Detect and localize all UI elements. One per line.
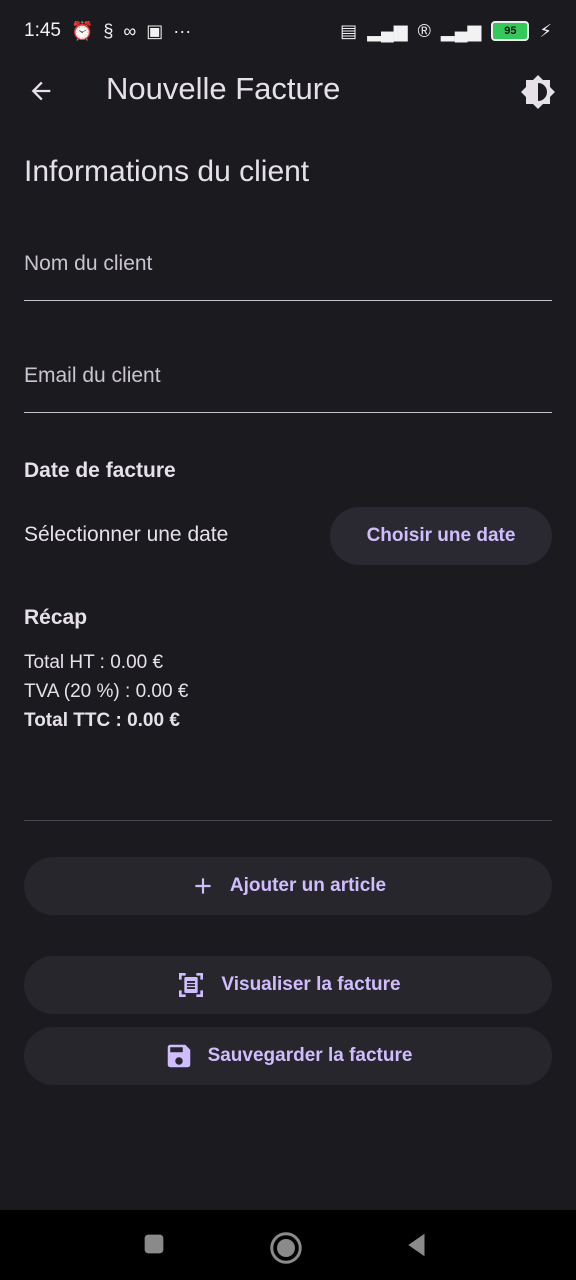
total-ht: Total HT : 0.00 € [24, 652, 164, 673]
home-button[interactable] [268, 1230, 304, 1266]
preview-invoice-button[interactable]: Visualiser la facture [24, 956, 552, 1014]
save-invoice-label: Sauvegarder la facture [207, 1045, 413, 1066]
selected-date-text: Sélectionner une date [24, 523, 229, 546]
brightness-icon [521, 75, 555, 109]
date-section-title: Date de facture [24, 459, 176, 482]
battery-icon: 95 [491, 21, 530, 41]
client-name-field[interactable] [24, 240, 552, 301]
back-nav-button[interactable] [402, 1230, 432, 1260]
alarm-icon: ⏰ [70, 21, 94, 41]
back-button[interactable] [22, 72, 60, 110]
recap-title: Récap [24, 606, 88, 629]
theme-toggle-button[interactable] [518, 72, 558, 112]
app-bar: Nouvelle Facture [0, 62, 576, 118]
roaming-icon: ® [417, 21, 431, 41]
preview-invoice-label: Visualiser la facture [221, 974, 401, 995]
add-article-button[interactable]: Ajouter un article [24, 857, 552, 915]
divider [24, 820, 552, 821]
infinity-icon: ∞ [123, 21, 137, 41]
status-time: 1:45 [24, 20, 61, 41]
page-title: Nouvelle Facture [106, 71, 341, 106]
home-circle-icon [270, 1232, 302, 1264]
signal-icon: ▂▄▆ [440, 21, 482, 41]
system-navigation-bar [0, 1210, 576, 1280]
recent-apps-button[interactable] [140, 1230, 168, 1258]
save-invoice-button[interactable]: Sauvegarder la facture [24, 1027, 552, 1085]
plus-icon [195, 878, 211, 894]
notification-icon: § [103, 21, 114, 41]
status-bar-right: ▤ ▂▄▆ ® ▂▄▆ 95 ⚡ [340, 21, 552, 41]
client-name-input[interactable] [24, 252, 552, 276]
document-scan-icon [179, 973, 204, 997]
triangle-back-icon [408, 1233, 425, 1257]
square-icon [144, 1234, 164, 1254]
save-icon [167, 1044, 190, 1068]
add-article-label: Ajouter un article [229, 875, 387, 896]
charging-icon: ⚡ [539, 21, 552, 41]
linkedin-icon: ▣ [146, 21, 164, 41]
client-email-input[interactable] [24, 364, 552, 388]
client-section-title: Informations du client [24, 155, 310, 188]
signal-4g-icon: ▂▄▆ [367, 21, 408, 41]
client-email-field[interactable] [24, 352, 552, 413]
more-notifications-icon: ··· [173, 21, 192, 41]
volte-icon: ▤ [340, 21, 358, 41]
tva-amount: TVA (20 %) : 0.00 € [24, 681, 189, 702]
arrow-left-icon [31, 81, 51, 101]
status-bar-left: 1:45 ⏰ § ∞ ▣ ··· [24, 20, 191, 42]
choose-date-button[interactable]: Choisir une date [330, 507, 552, 565]
status-bar: 1:45 ⏰ § ∞ ▣ ··· ▤ ▂▄▆ ® ▂▄▆ 95 ⚡ [0, 0, 576, 62]
total-ttc: Total TTC : 0.00 € [24, 710, 180, 731]
